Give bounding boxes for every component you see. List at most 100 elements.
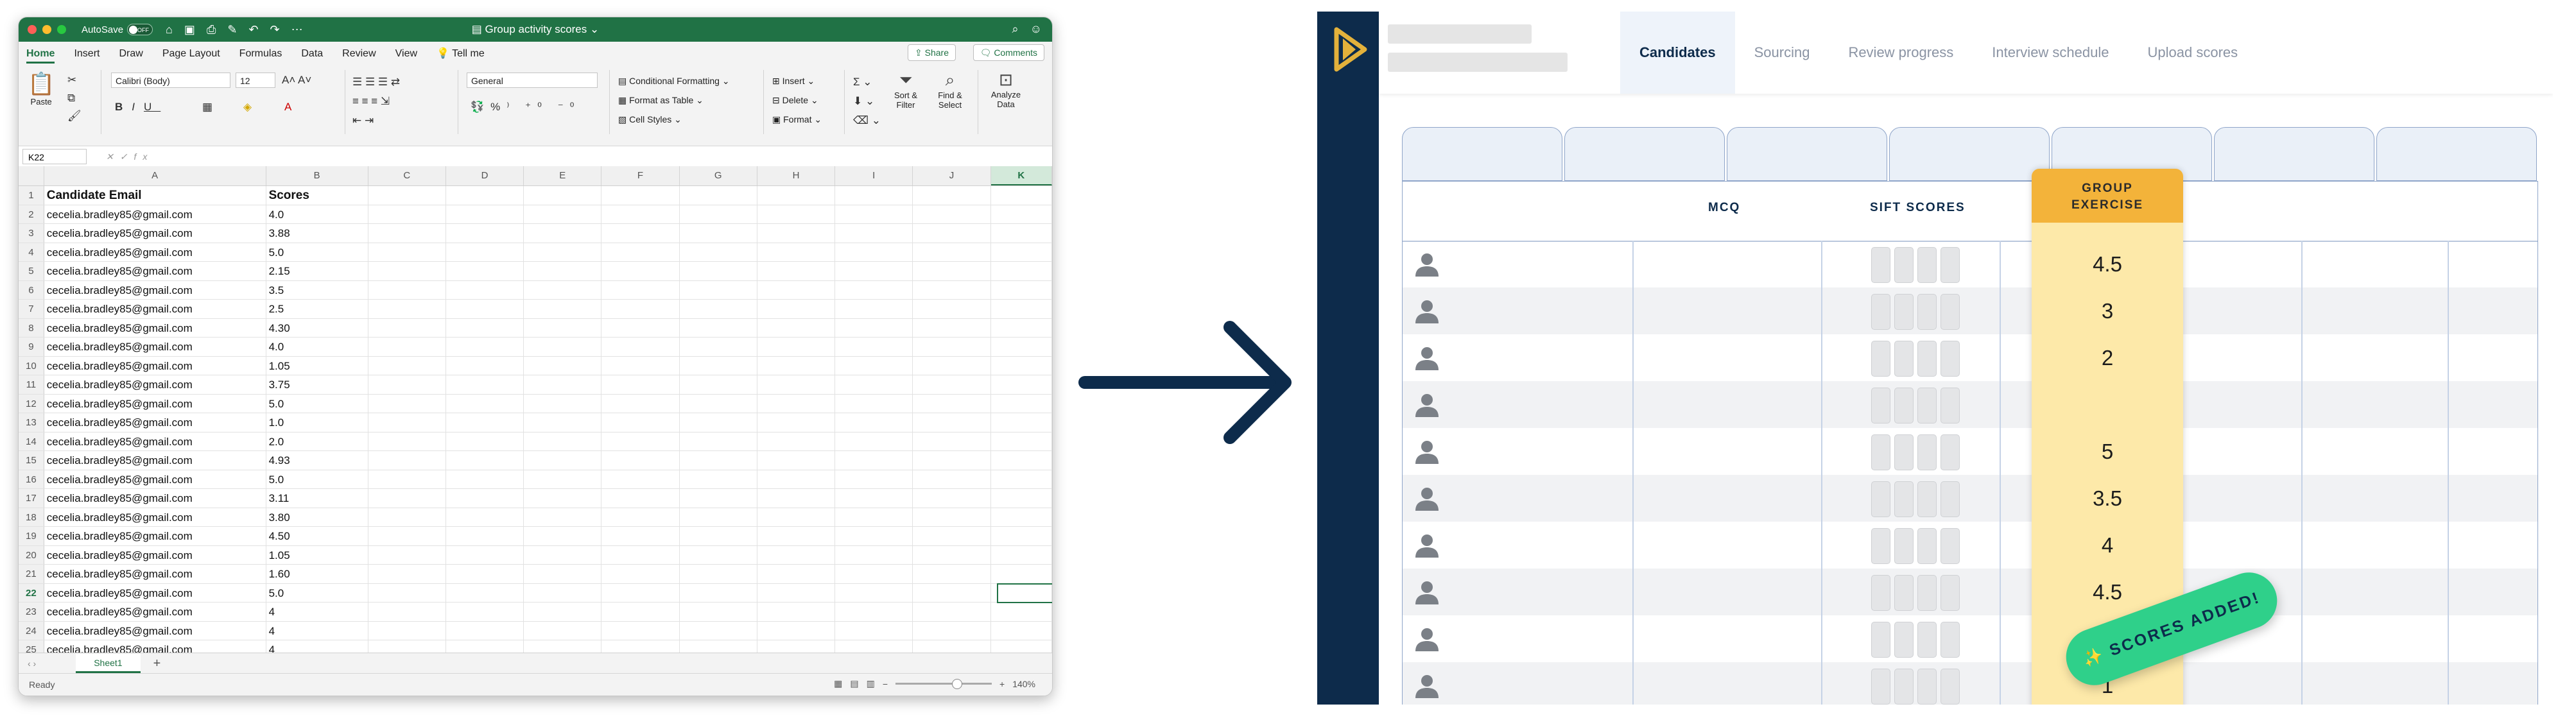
cell-d8[interactable] <box>446 318 524 337</box>
sift-score-box[interactable] <box>1871 294 1890 330</box>
cell-h11[interactable] <box>757 375 836 394</box>
cell-a5[interactable]: cecelia.bradley85@gmail.com <box>44 262 266 280</box>
column-header-e[interactable]: E <box>524 166 602 185</box>
cell-c16[interactable] <box>368 470 446 488</box>
sift-score-box[interactable] <box>1917 388 1937 423</box>
sift-score-box[interactable] <box>1941 434 1960 470</box>
cell-g3[interactable] <box>680 224 757 243</box>
cell-a15[interactable]: cecelia.bradley85@gmail.com <box>44 451 266 470</box>
cell-e1[interactable] <box>524 186 602 205</box>
cell-a6[interactable]: cecelia.bradley85@gmail.com <box>44 280 266 299</box>
stage-tab[interactable] <box>1727 127 1887 181</box>
normal-view-icon[interactable]: ▦ <box>834 678 842 689</box>
cell-e11[interactable] <box>524 375 602 394</box>
sift-score-box[interactable] <box>1941 247 1960 283</box>
cell-a18[interactable]: cecelia.bradley85@gmail.com <box>44 508 266 526</box>
cell-i5[interactable] <box>835 262 913 280</box>
tab-home[interactable]: Home <box>26 48 55 64</box>
cell-i16[interactable] <box>835 470 913 488</box>
row-number[interactable]: 15 <box>19 451 44 470</box>
candidate-row[interactable] <box>1403 381 2537 428</box>
document-title[interactable]: Group activity scores <box>485 23 587 35</box>
cell-b23[interactable]: 4 <box>266 603 368 621</box>
cell-k10[interactable] <box>991 356 1052 375</box>
cell-e14[interactable] <box>524 432 602 450</box>
cell-a24[interactable]: cecelia.bradley85@gmail.com <box>44 621 266 640</box>
cell-j7[interactable] <box>913 300 991 318</box>
cell-i22[interactable] <box>835 583 913 602</box>
cell-j5[interactable] <box>913 262 991 280</box>
cell-k12[interactable] <box>991 394 1052 413</box>
cell-e4[interactable] <box>524 243 602 261</box>
cell-j8[interactable] <box>913 318 991 337</box>
cell-j2[interactable] <box>913 205 991 223</box>
cell-e12[interactable] <box>524 394 602 413</box>
cell-i4[interactable] <box>835 243 913 261</box>
cell-c24[interactable] <box>368 621 446 640</box>
cell-i20[interactable] <box>835 545 913 564</box>
cell-b9[interactable]: 4.0 <box>266 338 368 356</box>
delete-cells-button[interactable]: ⊟ Delete ⌄ <box>772 90 822 110</box>
tab-data[interactable]: Data <box>301 48 323 64</box>
alignment-group[interactable]: ☰ ☰ ☰ ⇄ ≡ ≡ ≡ ⇲ ⇤ ⇥ <box>352 73 400 130</box>
cell-e17[interactable] <box>524 489 602 508</box>
cell-k14[interactable] <box>991 432 1052 450</box>
cell-c15[interactable] <box>368 451 446 470</box>
row-number[interactable]: 16 <box>19 470 44 488</box>
cell-j14[interactable] <box>913 432 991 450</box>
group-exercise-score[interactable]: 2 <box>2032 334 2183 381</box>
cell-i18[interactable] <box>835 508 913 526</box>
sift-score-box[interactable] <box>1941 388 1960 423</box>
save-icon[interactable]: ▣ <box>184 23 195 37</box>
cell-h23[interactable] <box>757 603 836 621</box>
cell-e24[interactable] <box>524 621 602 640</box>
analyze-data-button[interactable]: ⊡ Analyze Data <box>985 70 1026 109</box>
font-color-icon[interactable]: A <box>284 101 291 114</box>
cell-styles-button[interactable]: ▧ Cell Styles ⌄ <box>618 110 730 129</box>
cell-f10[interactable] <box>601 356 680 375</box>
edit-icon[interactable]: ✎ <box>227 23 237 37</box>
cell-f3[interactable] <box>601 224 680 243</box>
cell-a19[interactable]: cecelia.bradley85@gmail.com <box>44 527 266 545</box>
cell-j11[interactable] <box>913 375 991 394</box>
cell-f5[interactable] <box>601 262 680 280</box>
minimize-window-button[interactable] <box>42 25 51 34</box>
cell-f14[interactable] <box>601 432 680 450</box>
cell-e10[interactable] <box>524 356 602 375</box>
cell-h3[interactable] <box>757 224 836 243</box>
row-number[interactable]: 2 <box>19 205 44 223</box>
formula-input[interactable] <box>153 149 1052 164</box>
sift-score-box[interactable] <box>1894 528 1914 564</box>
sift-score-box[interactable] <box>1871 481 1890 517</box>
cell-f9[interactable] <box>601 338 680 356</box>
row-number[interactable]: 3 <box>19 224 44 243</box>
redo-icon[interactable]: ↷ <box>270 23 280 37</box>
cell-i19[interactable] <box>835 527 913 545</box>
cell-c19[interactable] <box>368 527 446 545</box>
cell-d3[interactable] <box>446 224 524 243</box>
sift-score-box[interactable] <box>1894 434 1914 470</box>
cell-f20[interactable] <box>601 545 680 564</box>
row-number[interactable]: 7 <box>19 300 44 318</box>
maximize-window-button[interactable] <box>57 25 66 34</box>
cell-h9[interactable] <box>757 338 836 356</box>
row-number[interactable]: 6 <box>19 280 44 299</box>
cell-d1[interactable] <box>446 186 524 205</box>
cell-j15[interactable] <box>913 451 991 470</box>
cell-g15[interactable] <box>680 451 757 470</box>
sift-score-box[interactable] <box>1917 247 1937 283</box>
sift-score-box[interactable] <box>1871 622 1890 658</box>
cell-b8[interactable]: 4.30 <box>266 318 368 337</box>
cell-i13[interactable] <box>835 413 913 432</box>
nav-review-progress[interactable]: Review progress <box>1829 12 1973 94</box>
zoom-slider[interactable] <box>895 679 992 689</box>
cell-f11[interactable] <box>601 375 680 394</box>
number-format-icons[interactable]: 💱%⁾ ⁺⁰ ⁻⁰ <box>471 101 580 114</box>
cell-a16[interactable]: cecelia.bradley85@gmail.com <box>44 470 266 488</box>
sift-score-box[interactable] <box>1894 575 1914 611</box>
cell-b10[interactable]: 1.05 <box>266 356 368 375</box>
cell-h7[interactable] <box>757 300 836 318</box>
cell-a17[interactable]: cecelia.bradley85@gmail.com <box>44 489 266 508</box>
fill-color-icon[interactable]: ◈ <box>243 101 252 114</box>
cell-g2[interactable] <box>680 205 757 223</box>
